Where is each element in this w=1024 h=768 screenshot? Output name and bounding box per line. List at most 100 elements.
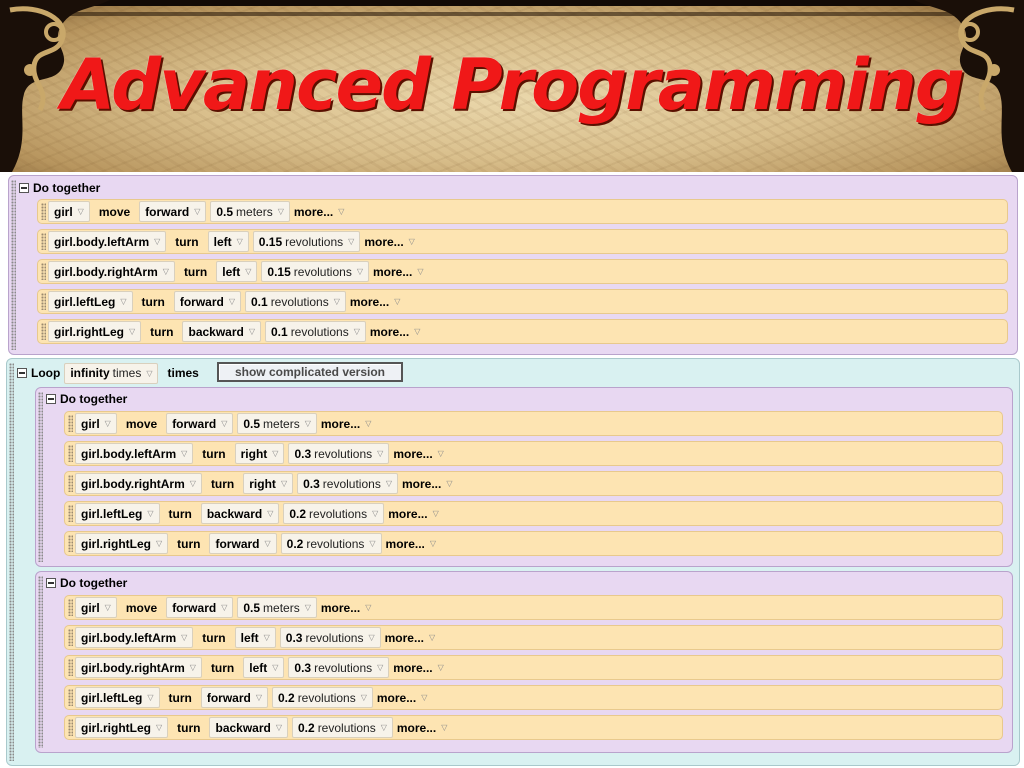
drag-handle[interactable]	[9, 363, 14, 761]
amount-selector[interactable]: 0.1 revolutions ▽	[245, 291, 346, 312]
object-selector[interactable]: girl.leftLeg ▽	[75, 687, 160, 708]
more-button[interactable]: more... ▽	[385, 631, 436, 645]
amount-selector[interactable]: 0.3 revolutions ▽	[288, 443, 390, 464]
statement-row[interactable]: girl.rightLeg ▽ turn forward ▽ 0.2 revoluti…	[64, 531, 1003, 556]
drag-handle[interactable]	[68, 689, 73, 706]
direction-selector[interactable]: backward ▽	[182, 321, 261, 342]
amount-selector[interactable]: 0.3 revolutions ▽	[297, 473, 398, 494]
object-selector[interactable]: girl.body.leftArm ▽	[75, 443, 194, 464]
do-together-block-1[interactable]: Do together girl ▽ move forward ▽ 0.5 meter…	[8, 175, 1018, 355]
more-button[interactable]: more... ▽	[321, 601, 372, 615]
direction-selector[interactable]: backward ▽	[200, 503, 280, 524]
object-selector[interactable]: girl.leftLeg ▽	[75, 503, 160, 524]
drag-handle[interactable]	[68, 535, 73, 552]
amount-selector[interactable]: 0.2 revolutions ▽	[272, 687, 373, 708]
drag-handle[interactable]	[41, 293, 46, 310]
more-button[interactable]: more... ▽	[350, 295, 401, 309]
statement-row[interactable]: girl.rightLeg ▽ turn backward ▽ 0.1 revolut…	[37, 319, 1008, 344]
direction-selector[interactable]: left ▽	[207, 231, 249, 252]
amount-selector[interactable]: 0.5 meters ▽	[237, 413, 317, 434]
object-selector[interactable]: girl.leftLeg ▽	[48, 291, 133, 312]
drag-handle[interactable]	[68, 599, 73, 616]
drag-handle[interactable]	[41, 263, 46, 280]
direction-selector[interactable]: backward ▽	[209, 717, 288, 738]
more-button[interactable]: more... ▽	[373, 265, 424, 279]
amount-selector[interactable]: 0.5 meters ▽	[237, 597, 317, 618]
amount-selector[interactable]: 0.5 meters ▽	[210, 201, 290, 222]
more-button[interactable]: more... ▽	[377, 691, 428, 705]
collapse-icon[interactable]	[19, 183, 29, 193]
direction-selector[interactable]: left ▽	[216, 261, 258, 282]
statement-row[interactable]: girl.body.rightArm ▽ turn left ▽ 0.3 revolu…	[64, 655, 1003, 680]
direction-selector[interactable]: forward ▽	[166, 413, 234, 434]
object-selector[interactable]: girl ▽	[48, 201, 90, 222]
direction-selector[interactable]: forward ▽	[173, 291, 241, 312]
object-selector[interactable]: girl.body.leftArm ▽	[75, 627, 194, 648]
more-button[interactable]: more... ▽	[393, 447, 444, 461]
direction-selector[interactable]: right ▽	[234, 443, 285, 464]
object-selector[interactable]: girl.rightLeg ▽	[75, 533, 169, 554]
more-button[interactable]: more... ▽	[364, 235, 415, 249]
object-selector[interactable]: girl.rightLeg ▽	[48, 321, 142, 342]
drag-handle[interactable]	[68, 475, 73, 492]
drag-handle[interactable]	[68, 719, 73, 736]
statement-row[interactable]: girl.rightLeg ▽ turn backward ▽ 0.2 revolut…	[64, 715, 1003, 740]
statement-row[interactable]: girl.body.rightArm ▽ turn left ▽ 0.15 revol…	[37, 259, 1008, 284]
more-button[interactable]: more... ▽	[386, 537, 437, 551]
direction-selector[interactable]: forward ▽	[209, 533, 277, 554]
statement-row[interactable]: girl ▽ move forward ▽ 0.5 meters ▽ more... ▽	[64, 411, 1003, 436]
loop-block[interactable]: Loop infinity times ▽ times show complicat…	[6, 358, 1020, 766]
drag-handle[interactable]	[68, 445, 73, 462]
collapse-icon[interactable]	[17, 368, 27, 378]
drag-handle[interactable]	[41, 203, 46, 220]
drag-handle[interactable]	[38, 576, 43, 748]
amount-selector[interactable]: 0.15 revolutions ▽	[252, 231, 361, 252]
statement-row[interactable]: girl.body.leftArm ▽ turn left ▽ 0.3 revolut…	[64, 625, 1003, 650]
direction-selector[interactable]: right ▽	[243, 473, 294, 494]
direction-selector[interactable]: left ▽	[243, 657, 285, 678]
object-selector[interactable]: girl.body.leftArm ▽	[48, 231, 167, 252]
object-selector[interactable]: girl ▽	[75, 597, 117, 618]
collapse-icon[interactable]	[46, 394, 56, 404]
direction-selector[interactable]: left ▽	[234, 627, 276, 648]
amount-selector[interactable]: 0.3 revolutions ▽	[279, 627, 381, 648]
do-together-block-3[interactable]: Do together girl ▽ move forward ▽ 0.5 meter…	[35, 571, 1013, 753]
more-button[interactable]: more... ▽	[321, 417, 372, 431]
do-together-block-2[interactable]: Do together girl ▽ move forward ▽ 0.5 meter…	[35, 387, 1013, 567]
collapse-icon[interactable]	[46, 578, 56, 588]
object-selector[interactable]: girl.rightLeg ▽	[75, 717, 169, 738]
amount-selector[interactable]: 0.2 revolutions ▽	[292, 717, 393, 738]
drag-handle[interactable]	[68, 629, 73, 646]
object-selector[interactable]: girl ▽	[75, 413, 117, 434]
statement-row[interactable]: girl ▽ move forward ▽ 0.5 meters ▽ more... ▽	[64, 595, 1003, 620]
amount-selector[interactable]: 0.15 revolutions ▽	[261, 261, 369, 282]
statement-row[interactable]: girl.body.leftArm ▽ turn right ▽ 0.3 revolu…	[64, 441, 1003, 466]
direction-selector[interactable]: forward ▽	[166, 597, 234, 618]
statement-row[interactable]: girl.leftLeg ▽ turn forward ▽ 0.1 revolutio…	[37, 289, 1008, 314]
statement-row[interactable]: girl ▽ move forward ▽ 0.5 meters ▽ more... ▽	[37, 199, 1008, 224]
more-button[interactable]: more... ▽	[370, 325, 421, 339]
drag-handle[interactable]	[68, 505, 73, 522]
drag-handle[interactable]	[41, 323, 46, 340]
statement-row[interactable]: girl.body.leftArm ▽ turn left ▽ 0.15 revolu…	[37, 229, 1008, 254]
more-button[interactable]: more... ▽	[397, 721, 448, 735]
drag-handle[interactable]	[68, 415, 73, 432]
amount-selector[interactable]: 0.2 revolutions ▽	[280, 533, 382, 554]
drag-handle[interactable]	[41, 233, 46, 250]
direction-selector[interactable]: forward ▽	[200, 687, 268, 708]
statement-row[interactable]: girl.leftLeg ▽ turn backward ▽ 0.2 revoluti…	[64, 501, 1003, 526]
drag-handle[interactable]	[11, 180, 16, 350]
amount-selector[interactable]: 0.3 revolutions ▽	[288, 657, 390, 678]
amount-selector[interactable]: 0.2 revolutions ▽	[283, 503, 385, 524]
loop-count-selector[interactable]: infinity times ▽	[64, 362, 159, 384]
amount-selector[interactable]: 0.1 revolutions ▽	[265, 321, 366, 342]
statement-row[interactable]: girl.body.rightArm ▽ turn right ▽ 0.3 revol…	[64, 471, 1003, 496]
drag-handle[interactable]	[68, 659, 73, 676]
more-button[interactable]: more... ▽	[402, 477, 453, 491]
show-complicated-version-button[interactable]: show complicated version	[217, 362, 403, 382]
object-selector[interactable]: girl.body.rightArm ▽	[75, 657, 202, 678]
more-button[interactable]: more... ▽	[388, 507, 439, 521]
object-selector[interactable]: girl.body.rightArm ▽	[75, 473, 202, 494]
statement-row[interactable]: girl.leftLeg ▽ turn forward ▽ 0.2 revolutio…	[64, 685, 1003, 710]
object-selector[interactable]: girl.body.rightArm ▽	[48, 261, 175, 282]
